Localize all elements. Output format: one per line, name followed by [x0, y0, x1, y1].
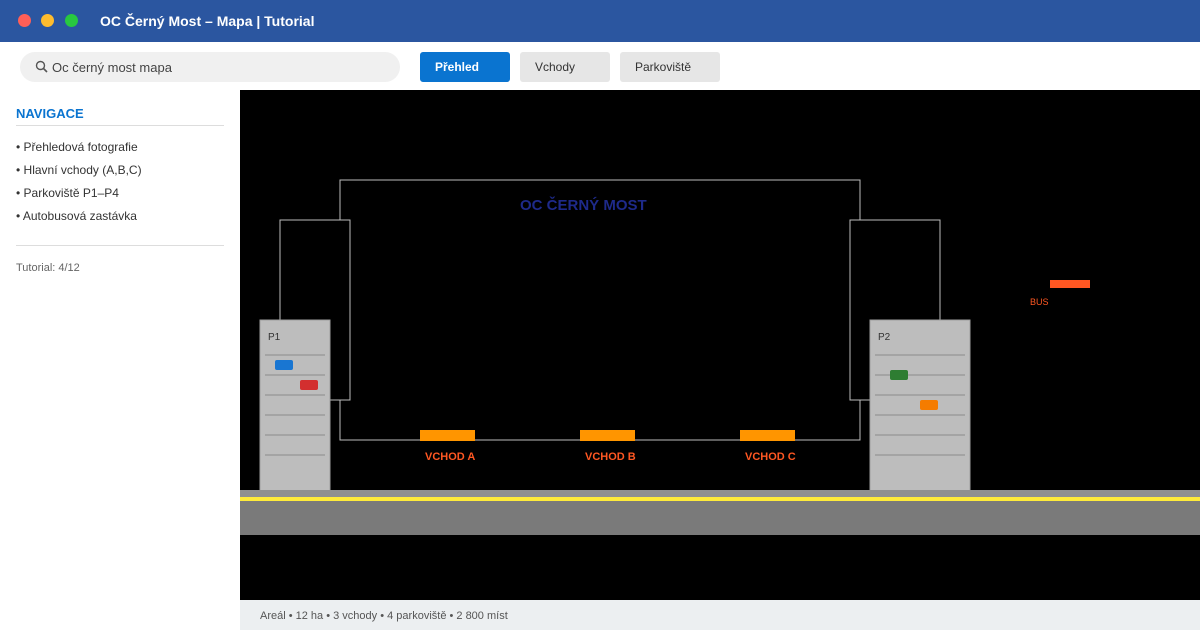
tab-vchody[interactable]: Vchody: [520, 52, 610, 82]
bus-stop-marker[interactable]: [1050, 280, 1090, 288]
car-orange: [920, 400, 938, 410]
entrance-b-label: VCHOD B: [585, 451, 636, 463]
entrance-a-label: VCHOD A: [425, 451, 475, 463]
tab-parkoviste[interactable]: Parkoviště: [620, 52, 720, 82]
entrance-b-marker[interactable]: [580, 430, 635, 441]
map-drawing: OC ČERNÝ MOST VCHOD A VCHOD B VCHOD C P1…: [240, 179, 1200, 535]
window-title: OC Černý Most – Mapa | Tutorial: [100, 13, 315, 29]
car-blue: [275, 360, 293, 370]
sidebar-heading: NAVIGACE: [16, 106, 84, 121]
car-green: [890, 370, 908, 380]
sidebar-item-autobusova-zastavka[interactable]: • Autobusová zastávka: [16, 209, 142, 232]
parking-p2-label: P2: [878, 332, 891, 343]
entrance-a-marker[interactable]: [420, 430, 475, 441]
sidebar-nav-list: • Přehledová fotografie • Hlavní vchody …: [16, 140, 142, 232]
search-icon: [35, 60, 48, 73]
sidebar-divider: [16, 245, 224, 246]
road-upper-band: [240, 490, 1200, 498]
toolbar: Přehled Vchody Parkoviště: [0, 42, 1200, 90]
car-red: [300, 380, 318, 390]
search-box[interactable]: [20, 52, 400, 82]
maximize-window-button[interactable]: [65, 14, 78, 27]
building-outline: [279, 179, 941, 441]
sidebar-item-prehledova-fotografie[interactable]: • Přehledová fotografie: [16, 140, 142, 163]
road-stripe: [240, 497, 1200, 501]
building-label: OC ČERNÝ MOST: [520, 196, 647, 214]
tab-prehled[interactable]: Přehled: [420, 52, 510, 82]
sidebar-item-hlavni-vchody[interactable]: • Hlavní vchody (A,B,C): [16, 163, 142, 186]
entrance-c-label: VCHOD C: [745, 451, 796, 463]
parking-p1[interactable]: P1: [259, 319, 331, 496]
title-bar: OC Černý Most – Mapa | Tutorial: [0, 0, 1200, 42]
sidebar-divider: [16, 125, 224, 126]
entrance-c-marker[interactable]: [740, 430, 795, 441]
parking-p1-label: P1: [268, 332, 281, 343]
minimize-window-button[interactable]: [41, 14, 54, 27]
map-canvas[interactable]: OC ČERNÝ MOST VCHOD A VCHOD B VCHOD C P1…: [240, 90, 1200, 600]
status-bar: Areál • 12 ha • 3 vchody • 4 parkoviště …: [240, 600, 1200, 630]
tutorial-progress: Tutorial: 4/12: [16, 262, 80, 274]
sidebar-item-parkoviste[interactable]: • Parkoviště P1–P4: [16, 186, 142, 209]
sidebar: NAVIGACE • Přehledová fotografie • Hlavn…: [0, 90, 240, 630]
parking-p2[interactable]: P2: [869, 319, 971, 496]
bus-stop-label: BUS: [1030, 297, 1049, 307]
search-input[interactable]: [52, 59, 372, 75]
close-window-button[interactable]: [18, 14, 31, 27]
